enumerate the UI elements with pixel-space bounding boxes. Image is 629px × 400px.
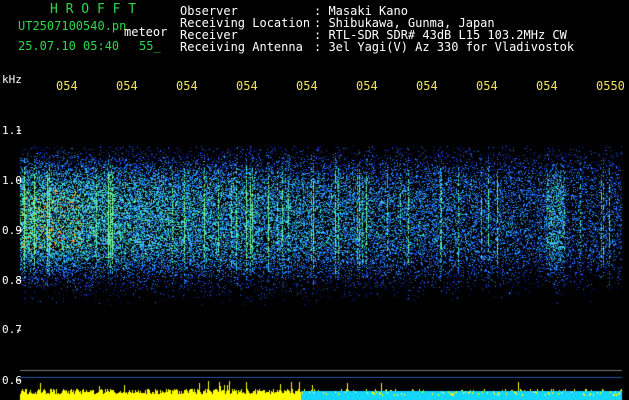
y-tick-label: 1.1	[2, 124, 22, 137]
y-tick-label: 0.8	[2, 274, 22, 287]
datetime-label: 25.07.10 05:40	[18, 39, 120, 53]
time-tick-label: 054	[56, 79, 78, 93]
spectrogram-canvas	[0, 0, 629, 400]
time-tick-label: 054	[356, 79, 378, 93]
filename-label: UT2507100540.pn	[18, 19, 127, 33]
mode-label: meteor	[124, 25, 168, 39]
time-tick-label: 054	[296, 79, 318, 93]
y-tick-label: 1.0	[2, 174, 22, 187]
y-tick-label: 0.7	[2, 323, 22, 336]
time-tick-label: 054	[176, 79, 198, 93]
antenna-label: Receiving Antenna	[180, 40, 303, 54]
time-tick-label: 054	[116, 79, 138, 93]
y-tick-label: 0.6	[2, 374, 22, 387]
time-tick-label: 0550	[596, 79, 625, 93]
count-label: 55_	[139, 39, 161, 53]
time-tick-label: 054	[536, 79, 558, 93]
time-tick-label: 054	[236, 79, 258, 93]
app-title: H R O F F T	[50, 2, 137, 17]
time-tick-label: 054	[476, 79, 498, 93]
antenna-value: : 3el Yagi(V) Az 330 for Vladivostok	[314, 40, 575, 54]
time-tick-label: 054	[416, 79, 438, 93]
y-axis-unit: kHz	[2, 73, 22, 86]
y-tick-label: 0.9	[2, 224, 22, 237]
